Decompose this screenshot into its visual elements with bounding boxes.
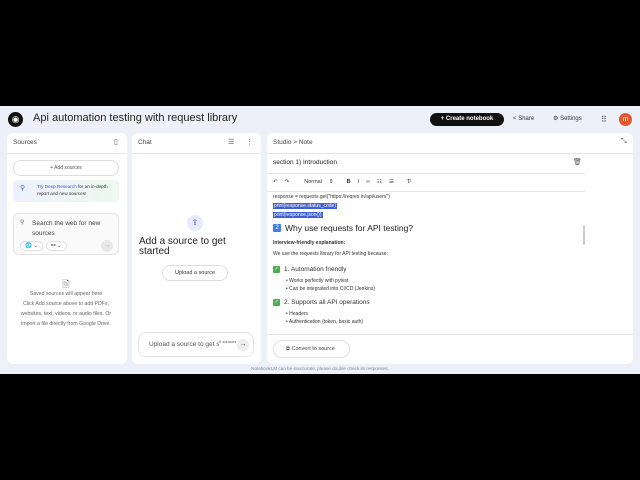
format-toolbar: ↶ ↷ Normal ⇕ B I ∞ ☷ ☰ T̸ <box>273 179 410 185</box>
create-notebook-button[interactable]: + Create notebook <box>430 113 504 126</box>
settings-label: Settings <box>560 116 582 122</box>
share-label: Share <box>518 116 535 122</box>
convert-icon: ⧉ <box>286 346 290 352</box>
list-item-text: Can be integrated into CI/CD (Jenkins) <box>289 286 376 292</box>
settings-button[interactable]: ⚙ Settings <box>553 113 582 126</box>
note-title[interactable]: section 1) Introduction <box>273 159 337 166</box>
apps-grid-icon[interactable]: ⠿ <box>601 113 607 126</box>
breadcrumb: Studio > Note <box>273 139 313 146</box>
note-editor[interactable]: response = requests.get("https://reqres.… <box>273 193 585 333</box>
check-icon: ✓ <box>273 299 280 306</box>
code-line-selected: print(response.status_code) <box>273 203 337 209</box>
bold-icon[interactable]: B <box>347 179 351 185</box>
paragraph: We use the requests library for API test… <box>273 251 388 257</box>
divider <box>267 173 585 174</box>
italic-icon[interactable]: I <box>358 179 360 185</box>
notebooklm-logo-icon[interactable]: ◉ <box>8 112 23 127</box>
sources-panel: Sources ▯ + Add sources ⚲ Try Deep Resear… <box>7 133 127 364</box>
list-item: • Works perfectly with pytest <box>286 278 349 284</box>
bold-line: Interview-friendly explanation: <box>273 240 346 246</box>
web-source-dropdown[interactable]: 🌐 ⌄ <box>20 241 43 251</box>
chat-placeholder: Upload a source to get started <box>149 341 219 348</box>
upload-source-button[interactable]: Upload a source <box>162 265 228 281</box>
divider <box>267 191 585 192</box>
subheading: ✓ 2. Supports all API operations <box>273 299 585 306</box>
document-icon: 🗎 <box>62 279 70 289</box>
add-sources-label: Add sources <box>54 165 82 171</box>
notebook-app: ◉ Api automation testing with request li… <box>0 106 640 374</box>
undo-icon[interactable]: ↶ <box>273 179 278 185</box>
notebook-title[interactable]: Api automation testing with request libr… <box>33 112 237 124</box>
clear-format-icon[interactable]: T̸ <box>407 179 410 185</box>
deep-research-banner[interactable]: ⚲ Try Deep Research for an in-depth repor… <box>13 180 119 202</box>
list-item-text: Authentication (token, basic auth) <box>288 319 364 325</box>
sources-title: Sources <box>13 139 37 146</box>
subheading-text: 1. Automation friendly <box>284 266 347 273</box>
search-icon: ⚲ <box>20 220 25 226</box>
list-item: • Authentication (token, basic auth) <box>286 319 364 325</box>
convert-label: Convert to source <box>291 346 335 352</box>
deep-research-link[interactable]: Try Deep Research <box>37 184 77 189</box>
section-heading: 2 Why use requests for API testing? <box>273 223 585 233</box>
web-search-box[interactable]: ⚲ Search the web for new sources 🌐 ⌄ ⚯ ⌄… <box>13 213 119 255</box>
number-emoji-icon: 2 <box>273 224 281 232</box>
search-submit-button[interactable]: → <box>101 240 113 252</box>
divider <box>7 153 127 154</box>
list-item-text: Headers <box>289 311 309 317</box>
convert-to-source-button[interactable]: ⧉ Convert to source <box>273 340 350 358</box>
list-item: • Headers <box>286 311 309 317</box>
list-item: • Can be integrated into CI/CD (Jenkins) <box>286 286 376 292</box>
add-sources-button[interactable]: + Add sources <box>13 160 119 176</box>
more-vert-icon[interactable]: ⋮ <box>246 138 253 146</box>
search-input[interactable]: Search the web for new sources <box>32 219 112 239</box>
list-item-text: Works perfectly with pytest <box>289 278 349 284</box>
collapse-panel-icon[interactable]: ▯ <box>114 138 118 146</box>
delete-icon[interactable]: 🗑 <box>573 158 582 166</box>
source-count: 0 sources <box>219 339 237 344</box>
empty-body: Click Add source above to add PDFs, webs… <box>20 301 112 327</box>
numbered-list-icon[interactable]: ☷ <box>377 179 382 185</box>
send-button[interactable]: → <box>237 339 249 351</box>
empty-title: Saved sources will appear here <box>29 291 103 297</box>
empty-sources-message: 🗎 Saved sources will appear here Click A… <box>13 279 119 329</box>
divider <box>267 334 633 335</box>
select-arrows-icon[interactable]: ⇕ <box>329 179 334 185</box>
create-label: Create notebook <box>445 116 494 122</box>
subheading: ✓ 1. Automation friendly <box>273 266 585 273</box>
divider <box>132 153 261 154</box>
chat-input[interactable]: Upload a source to get started0 sources→ <box>138 332 254 357</box>
gear-icon: ⚙ <box>553 116 559 122</box>
code-line: response = requests.get("https://reqres.… <box>273 194 390 200</box>
upload-icon: ⇪ <box>187 215 203 231</box>
chat-panel: Chat ☰ ⋮ ⇪ Add a source to get started U… <box>132 133 261 364</box>
disclaimer: NotebookLM can be inaccurate; please dou… <box>251 366 389 371</box>
format-select[interactable]: Normal <box>304 179 322 185</box>
check-icon: ✓ <box>273 266 280 273</box>
avatar[interactable]: m <box>619 113 632 126</box>
share-icon: < <box>513 116 517 122</box>
bullet-list-icon[interactable]: ☰ <box>389 179 394 185</box>
divider <box>267 153 633 154</box>
subheading-text: 2. Supports all API operations <box>284 299 370 306</box>
link-icon[interactable]: ∞ <box>366 179 370 185</box>
share-button[interactable]: < Share <box>513 113 534 126</box>
code-line-selected: print(response.json()) <box>273 212 323 218</box>
studio-panel: Studio > Note ⤡ section 1) Introduction … <box>267 133 633 364</box>
collapse-icon[interactable]: ⤡ <box>621 138 627 146</box>
chat-heading: Add a source to get started <box>139 236 226 257</box>
heading-text: Why use requests for API testing? <box>285 223 414 233</box>
research-mode-dropdown[interactable]: ⚯ ⌄ <box>46 241 67 251</box>
redo-icon[interactable]: ↷ <box>285 179 290 185</box>
chat-title: Chat <box>138 139 152 146</box>
search-sparkle-icon: ⚲ <box>20 185 26 192</box>
scrollbar[interactable] <box>583 225 585 245</box>
tune-icon[interactable]: ☰ <box>228 138 234 146</box>
